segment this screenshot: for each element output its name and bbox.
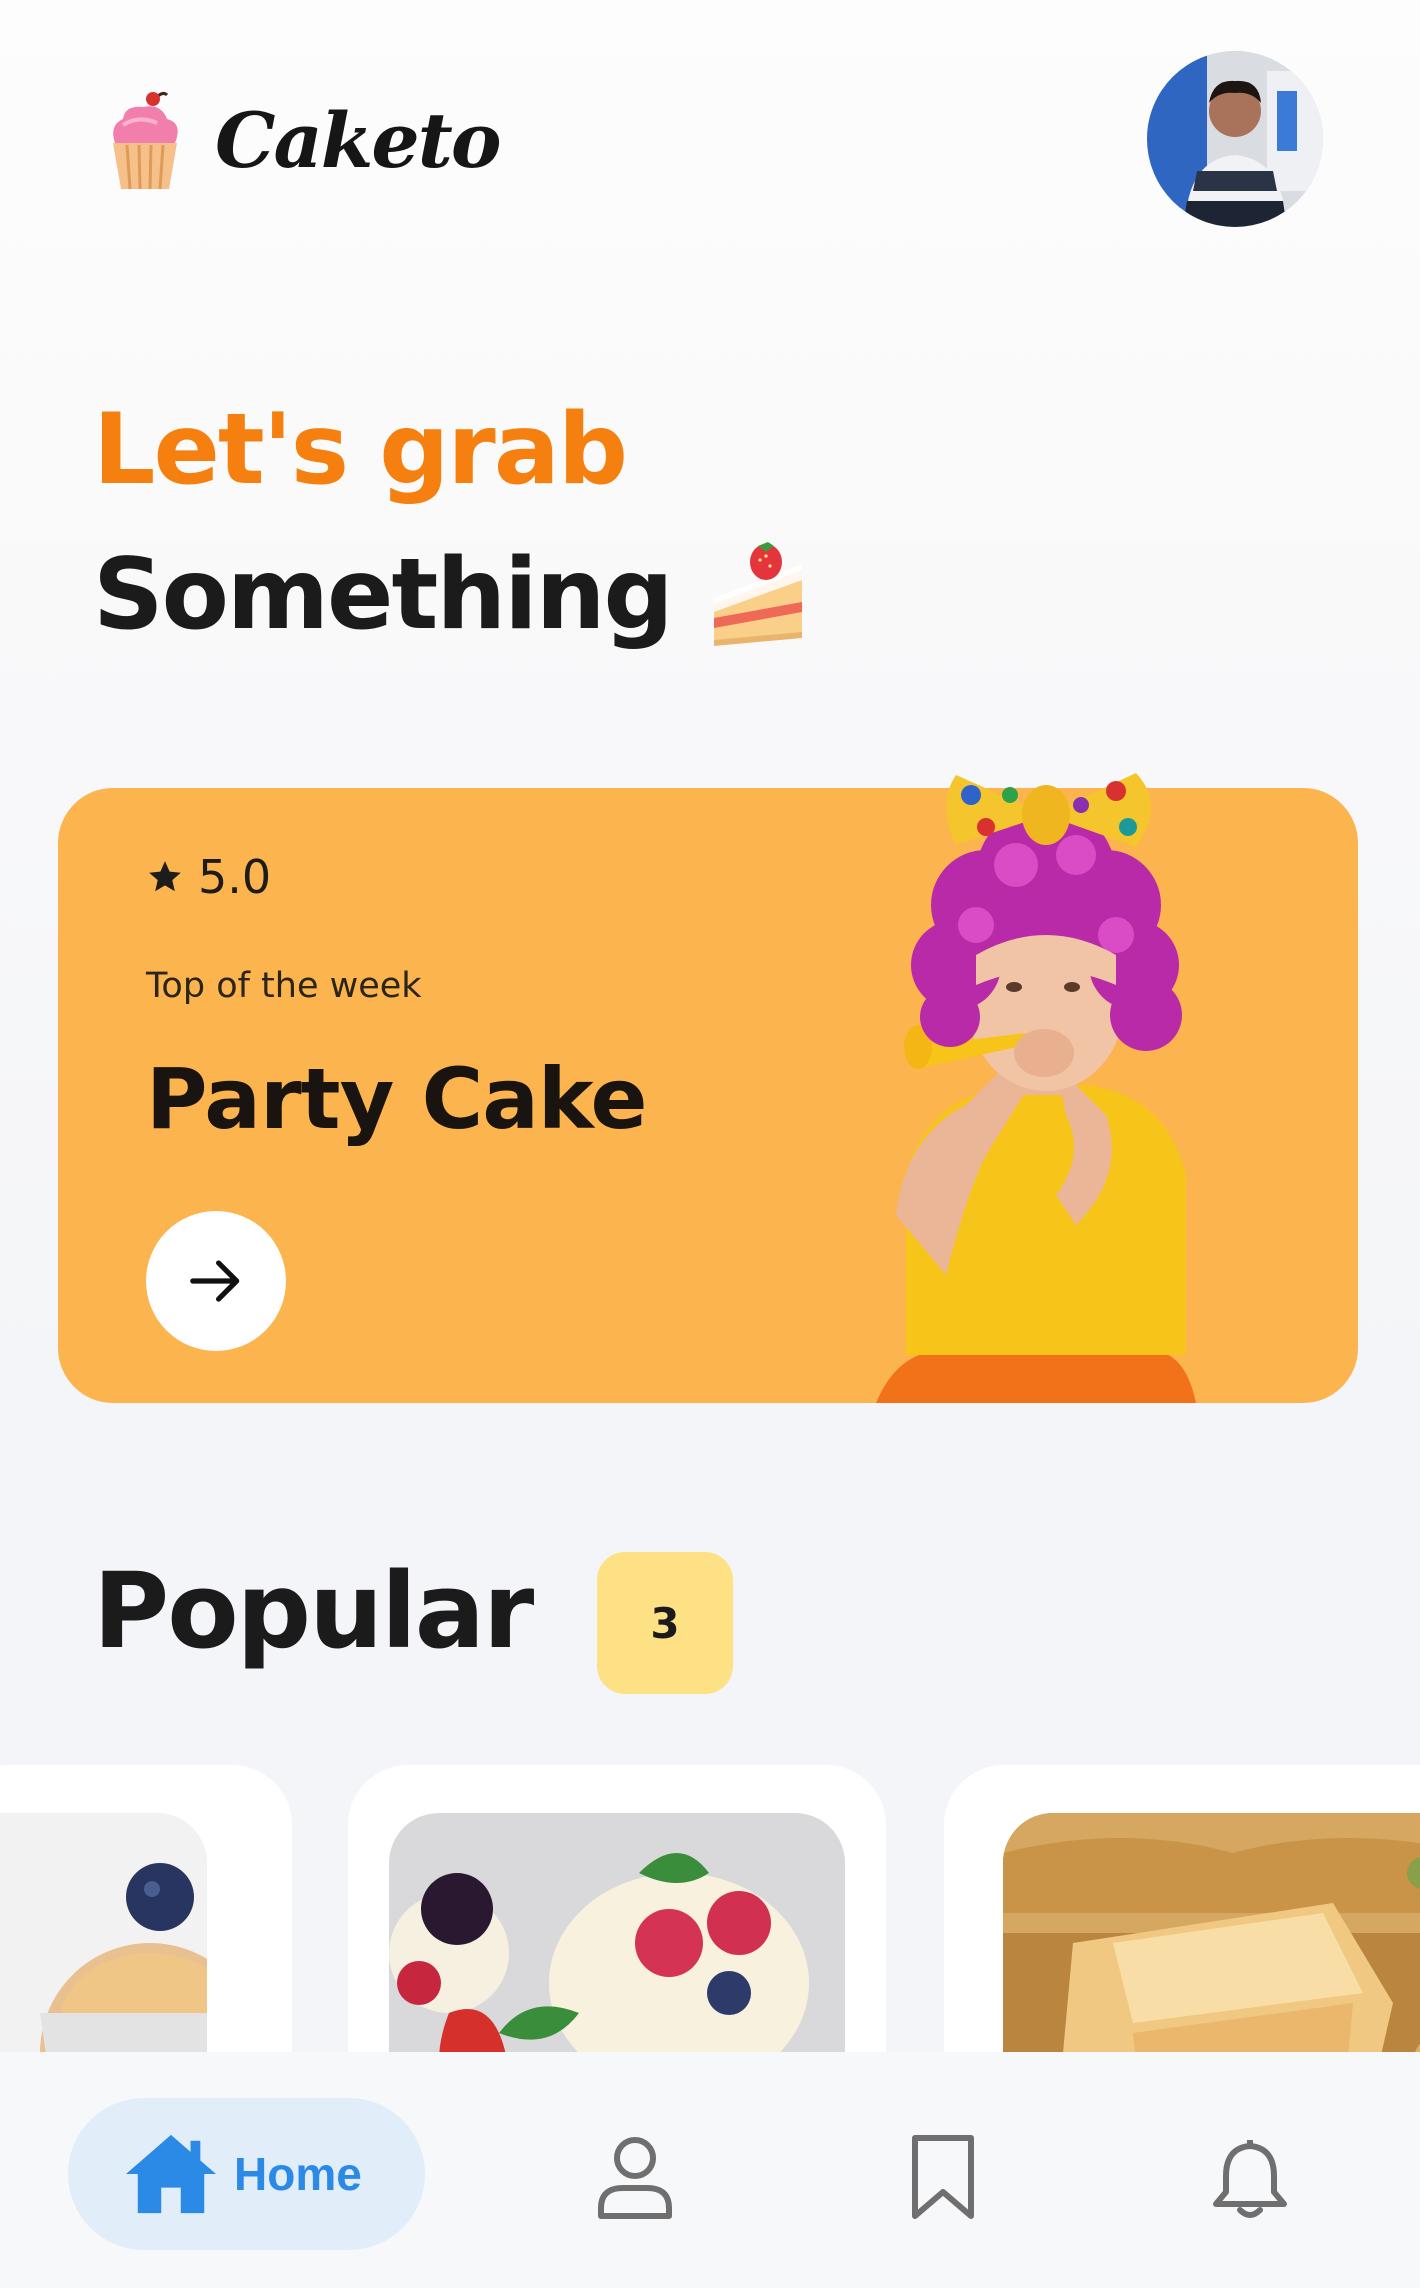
bell-icon[interactable]	[1210, 2134, 1290, 2220]
cupcake-icon	[113, 91, 178, 190]
profile-icon[interactable]	[595, 2134, 675, 2220]
bottom-navigation: Home	[0, 2052, 1420, 2288]
bookmark-icon[interactable]	[903, 2134, 983, 2220]
star-icon	[149, 861, 181, 892]
hero-line-2-text: Something	[93, 538, 674, 652]
featured-promo-card[interactable]: 5.0 Top of the week Party Cake	[58, 773, 1358, 1403]
promo-open-button[interactable]	[146, 1211, 286, 1351]
nav-home-label: Home	[234, 2148, 362, 2200]
hero-line-1: Let's grab	[93, 393, 628, 507]
arrow-right-icon	[190, 1260, 240, 1302]
party-kid-image	[876, 773, 1196, 1403]
promo-title: Party Cake	[146, 1050, 647, 1148]
user-avatar[interactable]	[1147, 51, 1323, 227]
promo-subtitle: Top of the week	[146, 966, 422, 1006]
app-name: Caketo	[215, 95, 502, 185]
hero-line-2: Something	[93, 520, 808, 670]
popular-heading: Popular	[93, 1550, 534, 1672]
promo-rating: 5.0	[146, 850, 271, 904]
app-logo[interactable]: Caketo	[105, 85, 502, 195]
app-header: Caketo	[0, 0, 1420, 260]
hero-heading: Let's grab Something	[93, 380, 808, 670]
home-icon	[126, 2134, 216, 2214]
rating-value: 5.0	[198, 850, 272, 904]
nav-home-tab[interactable]: Home	[68, 2098, 425, 2250]
cake-slice-emoji	[713, 542, 802, 646]
popular-count-badge: 3	[597, 1552, 733, 1694]
